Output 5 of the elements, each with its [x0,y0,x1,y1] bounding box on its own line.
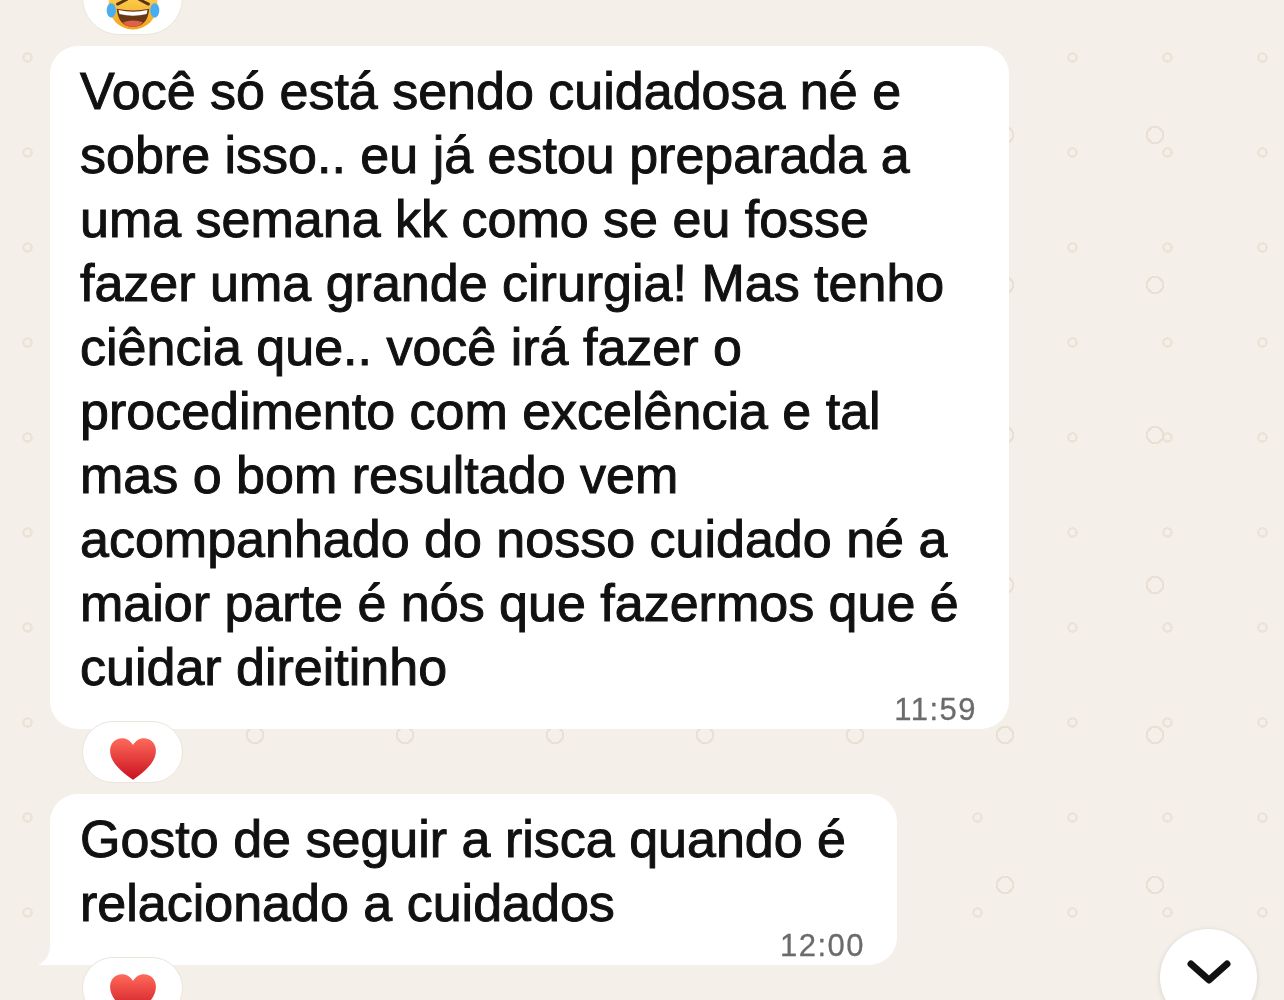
message-text: Você só está sendo cuidadosa né e sobre isso.. eu já estou preparada a uma semana kk como se eu fosse fazer uma grande cirurgia! Mas tenho ciência que.. você irá fazer o procedimento com excelência e tal mas o bom resultado vem acompanhado do nosso cuidado né a maior parte é nós que fazermos que é cuidar direitinho [80,61,960,698]
chevron-down-icon [1186,960,1231,984]
message-text: Gosto de seguir a risca quando é relacionado a cuidados [80,809,848,934]
message-time: 12:00 [779,935,865,957]
message-time: 11:59 [894,699,977,721]
